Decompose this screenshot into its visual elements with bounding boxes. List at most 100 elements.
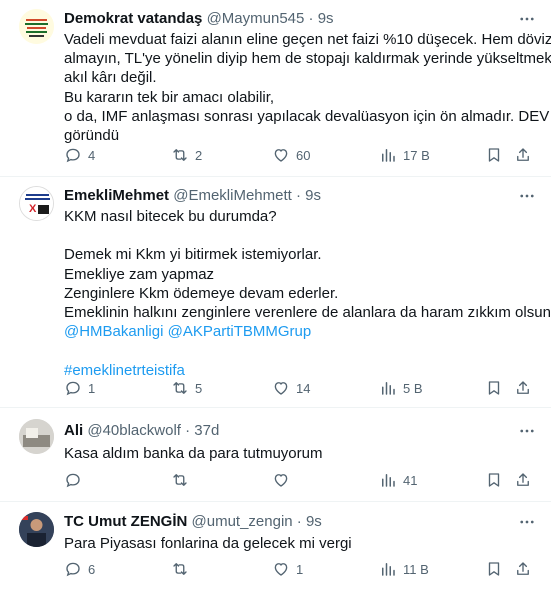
author-name[interactable]: Ali bbox=[64, 422, 83, 439]
like-button[interactable]: 60 bbox=[272, 145, 310, 165]
author-name[interactable]: Demokrat vatandaş bbox=[64, 10, 202, 27]
avatar[interactable] bbox=[19, 512, 54, 547]
tweet-text: Vadeli mevduat faizi alanın eline geçen … bbox=[64, 30, 551, 145]
reply-button[interactable]: 1 bbox=[64, 378, 95, 398]
more-dots-icon[interactable] bbox=[517, 421, 537, 441]
tweet-3[interactable]: Ali @40blackwolf · 37d Kasa aldım banka … bbox=[0, 408, 551, 502]
tweet-line: Para Piyasası fonlarina da gelecek mi ve… bbox=[64, 535, 352, 552]
tweet-line: o da, IMF anlaşması sonrası yapılacak de… bbox=[64, 107, 550, 125]
bookmark-button[interactable] bbox=[485, 378, 503, 398]
views-bars-icon bbox=[382, 563, 395, 576]
share-upload-icon bbox=[517, 473, 529, 486]
tweet-1[interactable]: Demokrat vatandaş @Maymun545 · 9s Vadeli… bbox=[0, 0, 551, 177]
views-button[interactable]: 5 B bbox=[379, 378, 423, 398]
retweet-count: 2 bbox=[195, 147, 203, 163]
avatar-image: X bbox=[20, 187, 53, 220]
tweet-actions: 6 1 11 B bbox=[64, 559, 537, 579]
bookmark-button[interactable] bbox=[485, 559, 503, 579]
share-upload-icon bbox=[517, 381, 529, 394]
bookmark-button[interactable] bbox=[485, 145, 503, 165]
heart-icon bbox=[274, 149, 288, 162]
author-name[interactable]: TC Umut ZENGİN bbox=[64, 513, 187, 530]
tweet-line: Bu kararın tek bir amacı olabilir, bbox=[64, 88, 275, 106]
more-dots-icon[interactable] bbox=[517, 9, 537, 29]
like-button[interactable] bbox=[272, 470, 296, 490]
more-dots-icon[interactable] bbox=[517, 186, 537, 206]
retweet-button[interactable] bbox=[171, 470, 195, 490]
tweet-text: Para Piyasası fonlarina da gelecek mi ve… bbox=[64, 534, 537, 553]
mention-link[interactable]: @HMBakanligi bbox=[64, 323, 163, 340]
tweet-actions: 1 5 14 5 B bbox=[64, 378, 537, 398]
like-count: 60 bbox=[296, 147, 311, 163]
retweet-icon bbox=[173, 382, 187, 394]
retweet-icon bbox=[173, 149, 187, 161]
heart-icon bbox=[274, 474, 288, 487]
views-button[interactable]: 41 bbox=[379, 470, 417, 490]
tweet-4[interactable]: TC Umut ZENGİN @umut_zengin · 9s Para Pi… bbox=[0, 502, 551, 589]
author-handle[interactable]: @Maymun545 bbox=[207, 10, 305, 27]
mention-link[interactable]: @AKPartiTBMMGrup bbox=[168, 323, 312, 340]
views-count: 11 B bbox=[403, 561, 429, 577]
heart-icon bbox=[274, 563, 288, 576]
avatar-image bbox=[19, 512, 54, 547]
tweet-line: Demek mi Kkm yi bitirmek istemiyorlar. bbox=[64, 246, 322, 264]
retweet-count: 5 bbox=[195, 380, 203, 396]
like-button[interactable]: 1 bbox=[272, 559, 303, 579]
avatar-image bbox=[19, 419, 54, 454]
bookmark-icon bbox=[488, 381, 500, 395]
retweet-button[interactable]: 2 bbox=[171, 145, 202, 165]
avatar[interactable]: X bbox=[19, 186, 54, 221]
share-button[interactable] bbox=[514, 145, 532, 165]
mentions-line: @HMBakanligi @AKPartiTBMMGrup bbox=[64, 322, 537, 341]
share-button[interactable] bbox=[514, 378, 532, 398]
more-dots-icon[interactable] bbox=[517, 512, 537, 532]
reply-bubble-icon bbox=[66, 473, 80, 488]
reply-count: 1 bbox=[88, 380, 96, 396]
reply-bubble-icon bbox=[66, 148, 80, 163]
reply-button[interactable]: 4 bbox=[64, 145, 95, 165]
retweet-button[interactable] bbox=[171, 559, 195, 579]
retweet-button[interactable]: 5 bbox=[171, 378, 202, 398]
views-bars-icon bbox=[382, 149, 395, 162]
reply-count: 6 bbox=[88, 561, 96, 577]
author-handle[interactable]: @40blackwolf bbox=[87, 422, 181, 439]
tweet-line: Emekliye zam yapmaz bbox=[64, 265, 215, 283]
tweet-line: akıl kârı değil. bbox=[64, 69, 157, 87]
svg-text:X: X bbox=[29, 203, 37, 215]
views-button[interactable]: 17 B bbox=[379, 145, 430, 165]
timestamp[interactable]: 9s bbox=[318, 10, 334, 27]
tweet-header: EmekliMehmet @EmekliMehmett · 9s bbox=[64, 186, 537, 206]
tweet-2[interactable]: X EmekliMehmet @EmekliMehmett · 9s KKM n… bbox=[0, 177, 551, 408]
timestamp[interactable]: 9s bbox=[306, 513, 322, 530]
retweet-icon bbox=[173, 563, 187, 575]
avatar[interactable] bbox=[19, 9, 54, 44]
tweet-line: Zenginlere Kkm ödemeye devam ederler. bbox=[64, 284, 339, 302]
reply-button[interactable]: 6 bbox=[64, 559, 95, 579]
author-handle[interactable]: @EmekliMehmett bbox=[173, 187, 292, 204]
separator-dot: · bbox=[308, 10, 314, 27]
tweet-line bbox=[64, 226, 537, 245]
tweet-header: TC Umut ZENGİN @umut_zengin · 9s bbox=[64, 512, 537, 532]
tweet-line: Vadeli mevduat faizi alanın eline geçen … bbox=[64, 31, 551, 48]
timestamp[interactable]: 9s bbox=[305, 187, 321, 204]
tweet-line: Emeklinin halkını zenginlere verenlere d… bbox=[64, 304, 551, 321]
timestamp[interactable]: 37d bbox=[194, 422, 219, 439]
reply-button[interactable] bbox=[64, 470, 88, 490]
author-name[interactable]: EmekliMehmet bbox=[64, 187, 169, 204]
share-button[interactable] bbox=[514, 470, 532, 490]
bookmark-icon bbox=[488, 148, 500, 162]
views-count: 5 B bbox=[403, 380, 423, 396]
share-button[interactable] bbox=[514, 559, 532, 579]
reply-bubble-icon bbox=[66, 381, 80, 396]
separator-dot: · bbox=[296, 513, 302, 530]
bookmark-button[interactable] bbox=[485, 470, 503, 490]
author-handle[interactable]: @umut_zengin bbox=[192, 513, 293, 530]
views-button[interactable]: 11 B bbox=[379, 559, 429, 579]
hashtag-link[interactable]: #emeklinetrteistifa bbox=[64, 362, 185, 379]
share-upload-icon bbox=[517, 562, 529, 575]
share-upload-icon bbox=[517, 148, 529, 161]
views-bars-icon bbox=[382, 382, 395, 395]
like-button[interactable]: 14 bbox=[272, 378, 310, 398]
avatar[interactable] bbox=[19, 419, 54, 454]
